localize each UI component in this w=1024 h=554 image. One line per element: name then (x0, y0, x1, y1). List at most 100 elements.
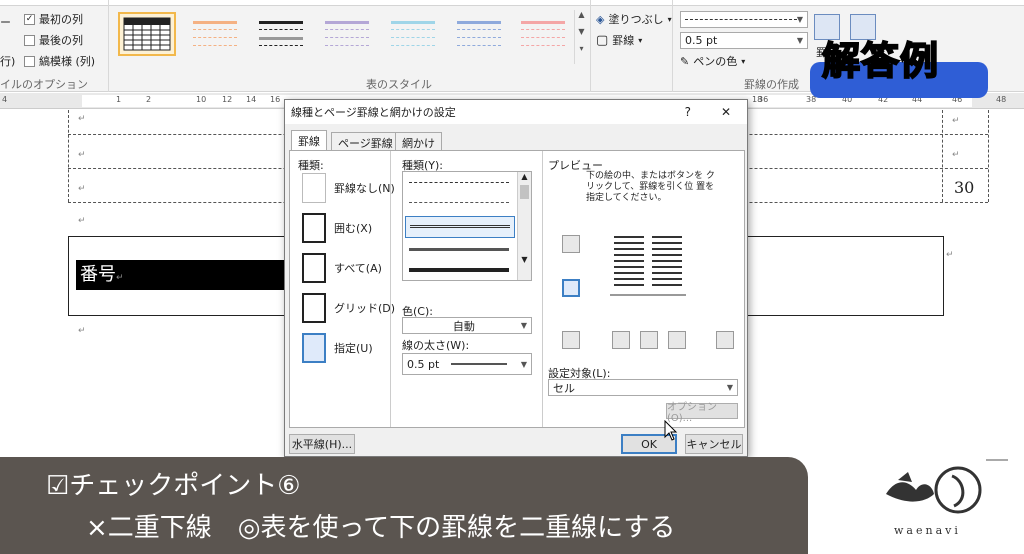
cancel-button[interactable]: キャンセル (685, 434, 743, 454)
chevron-down-icon: ▼ (796, 15, 803, 24)
horizontal-line-button[interactable]: 水平線(H)... (289, 434, 355, 454)
tab-borders[interactable]: 罫線 (291, 130, 327, 151)
divider (542, 151, 543, 427)
paragraph-mark: ↵ (78, 326, 86, 336)
scroll-down-icon[interactable]: ▼ (575, 27, 588, 36)
all-border-icon (302, 253, 326, 283)
line-style-list[interactable]: ▲ ▼ (402, 171, 532, 281)
borders-shading-dialog: 線種とページ罫線と網かけの設定 ? ✕ 罫線 ページ罫線 網かけ 種類: 罫線な… (284, 99, 748, 457)
chevron-down-icon: ▾ (741, 56, 746, 66)
checkbox-icon[interactable] (24, 55, 35, 67)
setting-grid[interactable]: グリッド(D) (302, 293, 395, 323)
divider (672, 0, 673, 92)
heading-cell[interactable]: 番号↵ (76, 260, 284, 290)
table-style-orange[interactable] (186, 12, 244, 56)
chevron-down-icon: ▼ (520, 359, 527, 369)
setting-type-label: 種類: (298, 159, 324, 172)
option-first-column[interactable]: ✓ 最初の列 (24, 10, 83, 28)
answer-title: 解答例 (821, 38, 940, 84)
color-dropdown[interactable]: 自動 ▼ (402, 317, 532, 334)
options-button[interactable]: オプション(O)... (666, 402, 738, 424)
checkpoint-note: ×二重下線 ◎表を使って下の罫線を二重線にする (86, 513, 676, 543)
apply-to-dropdown[interactable]: セル ▼ (548, 379, 738, 396)
partial-option-1: ー (0, 16, 11, 29)
pen-icon: ✎ (680, 54, 690, 68)
shading-button[interactable]: ◈ 塗りつぶし ▾ (596, 10, 672, 28)
table-style-cyan[interactable] (384, 12, 442, 56)
more-icon[interactable]: ▾ (575, 44, 588, 53)
grid-border-icon (302, 293, 326, 323)
chevron-down-icon: ▾ (667, 14, 672, 24)
setting-custom[interactable]: 指定(U) (302, 333, 373, 363)
waenavi-logo: waenavi (868, 450, 1018, 542)
bird-logo-icon (886, 459, 1008, 514)
mouse-cursor-icon (664, 420, 678, 441)
paragraph-mark: ↵ (78, 114, 86, 124)
table-style-purple[interactable] (318, 12, 376, 56)
custom-border-icon (302, 333, 326, 363)
pen-color-button[interactable]: ✎ ペンの色 ▾ (680, 52, 745, 70)
paragraph-mark: ↵ (78, 184, 86, 194)
chevron-down-icon: ▼ (520, 321, 527, 330)
line-weight-dropdown[interactable]: 0.5 pt ▼ (680, 32, 808, 49)
divider (108, 0, 109, 92)
tab-shading[interactable]: 網かけ (395, 132, 442, 150)
diagonal-down-button[interactable] (562, 331, 580, 349)
width-dropdown[interactable]: 0.5 pt ▼ (402, 353, 532, 375)
paragraph-mark: ↵ (78, 216, 86, 226)
option-banded-columns[interactable]: 縞模様 (列) (24, 52, 95, 70)
setting-all[interactable]: すべて(A) (302, 253, 382, 283)
paint-bucket-icon: ◈ (596, 12, 605, 26)
scrollbar[interactable]: ▲ ▼ (517, 172, 531, 280)
top-border-button[interactable] (562, 235, 580, 253)
table-style-blue[interactable] (450, 12, 508, 56)
setting-none[interactable]: 罫線なし(N) (302, 173, 395, 203)
paragraph-mark: ↵ (952, 150, 960, 160)
chevron-down-icon: ▾ (638, 35, 643, 45)
checkpoint-title: ☑チェックポイント⑥ (46, 471, 301, 501)
center-border-button[interactable] (640, 331, 658, 349)
scroll-thumb[interactable] (520, 185, 529, 199)
scroll-down-icon[interactable]: ▼ (518, 255, 531, 264)
tab-page-border[interactable]: ページ罫線 (331, 132, 400, 150)
close-icon[interactable]: ✕ (721, 105, 731, 119)
gallery-scroll[interactable]: ▲ ▼ ▾ (574, 10, 588, 64)
selected-line-style[interactable] (405, 216, 515, 238)
width-label: 線の太さ(W): (402, 339, 470, 352)
middle-border-button[interactable] (562, 279, 580, 297)
paragraph-mark: ↵ (952, 116, 960, 126)
logo-text: waenavi (894, 524, 961, 537)
dialog-title: 線種とページ罫線と網かけの設定 (291, 106, 456, 119)
table-border (988, 110, 989, 202)
borders-button[interactable]: ▢ 罫線 ▾ (596, 31, 642, 49)
table-style-black[interactable] (252, 12, 310, 56)
right-border-button[interactable] (668, 331, 686, 349)
setting-box[interactable]: 囲む(X) (302, 213, 372, 243)
checkbox-checked-icon[interactable]: ✓ (24, 13, 35, 25)
chevron-down-icon: ▼ (796, 36, 803, 45)
box-border-icon (302, 213, 326, 243)
borders-group-label: 罫線の作成 (744, 78, 799, 91)
preview-hint: 下の絵の中、またはボタンを クリックして、罫線を引く位 置を指定してください。 (586, 171, 715, 203)
checkbox-icon[interactable] (24, 34, 35, 46)
table-border (68, 110, 69, 202)
left-border-button[interactable] (612, 331, 630, 349)
scroll-up-icon[interactable]: ▲ (518, 172, 531, 181)
paragraph-mark: ↵ (946, 250, 954, 260)
divider (390, 151, 391, 427)
paragraph-mark: ↵ (78, 150, 86, 160)
preview-area[interactable] (610, 231, 686, 307)
ribbon-tab-strip (0, 0, 1024, 6)
dialog-titlebar[interactable]: 線種とページ罫線と網かけの設定 ? ✕ (285, 100, 747, 124)
help-icon[interactable]: ? (685, 105, 691, 119)
scroll-up-icon[interactable]: ▲ (575, 10, 588, 19)
diagonal-up-button[interactable] (716, 331, 734, 349)
option-last-column[interactable]: 最後の列 (24, 31, 83, 49)
line-style-dropdown[interactable]: ▼ (680, 11, 808, 28)
styles-group-label: 表のスタイル (366, 78, 432, 91)
no-border-icon (302, 173, 326, 203)
table-style-grid[interactable] (118, 12, 176, 56)
tab-panel: 種類: 罫線なし(N) 囲む(X) すべて(A) グリッド(D) 指定(U) 種… (289, 150, 745, 428)
options-group-label: イルのオプション (0, 78, 88, 91)
table-style-red[interactable] (514, 12, 572, 56)
